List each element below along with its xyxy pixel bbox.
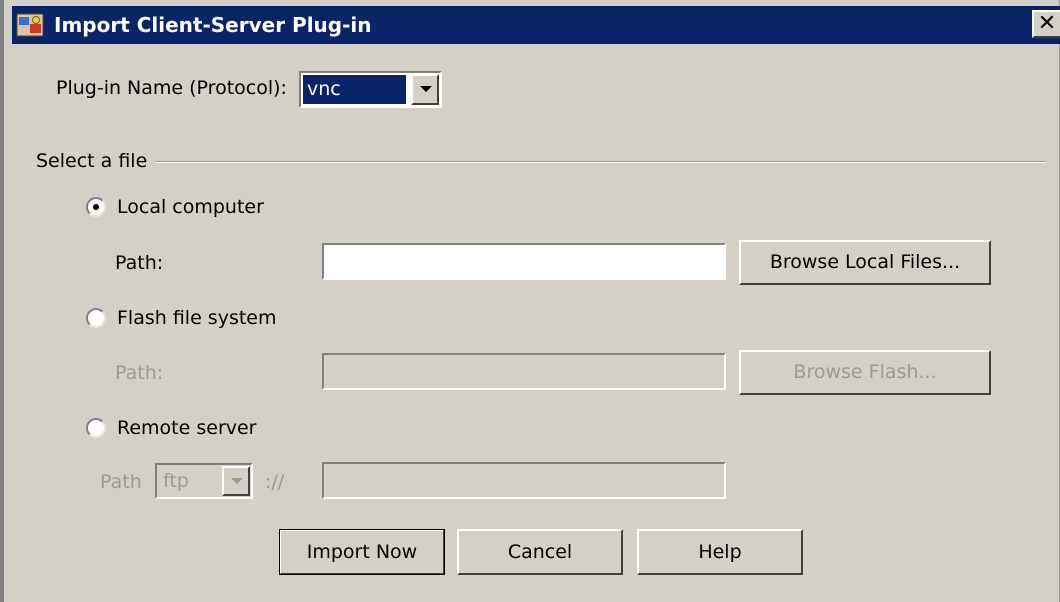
flash-file-system-label[interactable]: Flash file system xyxy=(117,306,277,330)
chevron-down-icon[interactable] xyxy=(411,74,439,105)
flash-file-system-radio[interactable] xyxy=(86,308,106,328)
window-title: Import Client-Server Plug-in xyxy=(54,13,372,37)
remote-protocol-separator: :// xyxy=(265,471,285,493)
group-divider xyxy=(156,161,1046,163)
remote-protocol-value: ftp xyxy=(163,470,189,492)
local-path-label: Path: xyxy=(115,252,164,274)
cancel-button[interactable]: Cancel xyxy=(457,529,623,575)
import-plugin-dialog: Import Client-Server Plug-in ✕ Plug-in N… xyxy=(0,0,1060,602)
flash-path-input[interactable] xyxy=(322,353,726,390)
flash-path-label: Path: xyxy=(115,362,164,384)
select-file-heading: Select a file xyxy=(36,150,148,172)
plugin-name-label: Plug-in Name (Protocol): xyxy=(56,77,287,99)
plugin-name-select[interactable]: vnc xyxy=(299,71,442,108)
remote-server-radio[interactable] xyxy=(86,418,106,438)
close-button[interactable]: ✕ xyxy=(1032,10,1060,38)
local-computer-radio[interactable] xyxy=(86,197,106,217)
remote-protocol-select[interactable]: ftp xyxy=(155,463,253,499)
help-button[interactable]: Help xyxy=(637,529,803,575)
browse-flash-button[interactable]: Browse Flash... xyxy=(739,350,991,395)
chevron-down-icon[interactable] xyxy=(222,466,250,496)
import-now-button[interactable]: Import Now xyxy=(279,529,445,575)
close-icon: ✕ xyxy=(1037,11,1057,36)
browse-local-files-button[interactable]: Browse Local Files... xyxy=(739,240,991,285)
remote-server-label[interactable]: Remote server xyxy=(117,416,257,440)
remote-path-input[interactable] xyxy=(322,462,726,499)
plugin-name-value: vnc xyxy=(303,75,406,104)
local-path-input[interactable] xyxy=(322,243,726,280)
title-bar[interactable]: Import Client-Server Plug-in ✕ xyxy=(12,6,1060,44)
local-computer-label[interactable]: Local computer xyxy=(117,195,264,219)
remote-path-label: Path xyxy=(100,471,142,493)
app-icon xyxy=(16,13,44,37)
